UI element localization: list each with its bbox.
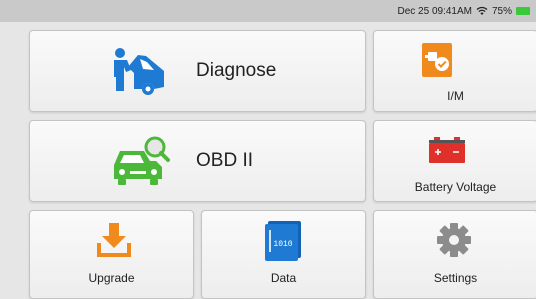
diagnose-label: Diagnose bbox=[196, 60, 277, 81]
data-label: Data bbox=[270, 271, 297, 285]
download-tray-icon bbox=[97, 223, 131, 257]
diagnose-button[interactable]: Diagnose bbox=[29, 30, 366, 112]
svg-text:1010: 1010 bbox=[273, 240, 292, 249]
mechanic-car-icon bbox=[114, 48, 164, 95]
data-button[interactable]: 1010 Data bbox=[201, 210, 366, 299]
battery-voltage-button[interactable]: Battery Voltage bbox=[373, 120, 536, 202]
binary-file-icon: 1010 bbox=[265, 221, 301, 261]
battery-icon bbox=[516, 7, 530, 15]
obd-ii-button[interactable]: OBD II bbox=[29, 120, 366, 202]
battery-voltage-label: Battery Voltage bbox=[414, 180, 497, 194]
car-magnifier-icon bbox=[114, 136, 170, 185]
gear-icon bbox=[437, 223, 471, 257]
im-label: I/M bbox=[447, 89, 464, 103]
wifi-icon bbox=[476, 6, 488, 15]
upgrade-button[interactable]: Upgrade bbox=[29, 210, 194, 299]
status-datetime: Dec 25 09:41AM bbox=[397, 5, 472, 17]
status-bar: Dec 25 09:41AM 75% bbox=[0, 0, 536, 22]
upgrade-label: Upgrade bbox=[88, 271, 135, 285]
battery-percentage: 75% bbox=[491, 5, 512, 17]
inspection-check-icon bbox=[422, 43, 452, 77]
obd-ii-label: OBD II bbox=[196, 150, 254, 171]
car-battery-icon bbox=[429, 137, 465, 163]
settings-label: Settings bbox=[433, 271, 478, 285]
im-button[interactable]: I/M bbox=[373, 30, 536, 112]
settings-button[interactable]: Settings bbox=[373, 210, 536, 299]
